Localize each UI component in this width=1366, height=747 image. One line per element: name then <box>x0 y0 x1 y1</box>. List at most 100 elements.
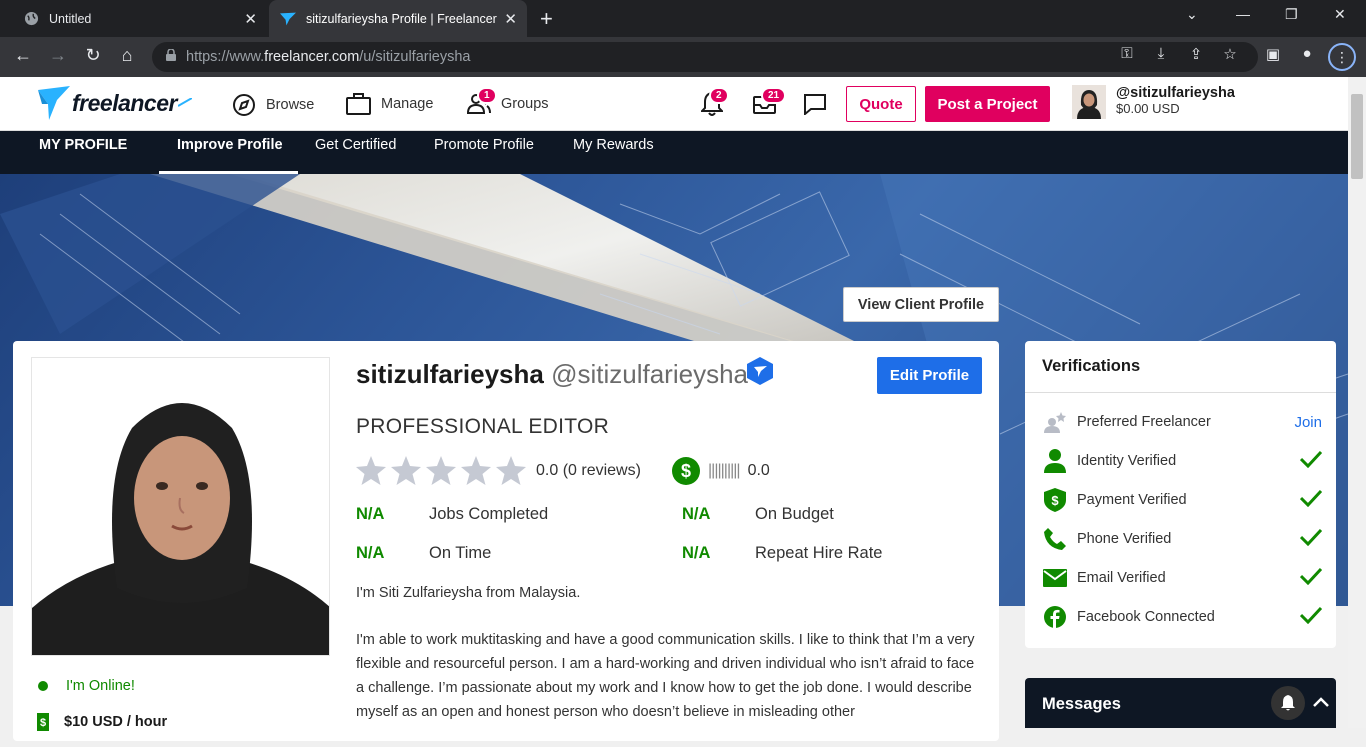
nav-manage[interactable]: Manage <box>346 93 433 115</box>
edit-profile-button[interactable]: Edit Profile <box>877 357 982 394</box>
logo-swoosh-icon <box>177 98 192 107</box>
home-icon[interactable]: ⌂ <box>115 45 139 66</box>
profile-bio: I'm Siti Zulfarieysha from Malaysia. I'm… <box>356 581 986 747</box>
messages-title: Messages <box>1042 695 1121 713</box>
verifications-card: Verifications Preferred Freelancer Join … <box>1025 341 1336 648</box>
browser-menu-icon[interactable]: ⋮ <box>1328 43 1356 71</box>
hourly-rate: $ $10 USD / hour <box>35 713 167 731</box>
groups-badge: 1 <box>477 87 497 104</box>
online-status-text: I'm Online! <box>66 678 135 694</box>
stat-repeat-hire-rate: N/A Repeat Hire Rate <box>682 544 882 563</box>
quote-button[interactable]: Quote <box>846 86 916 122</box>
person-icon <box>1042 449 1068 473</box>
messages-chat-icon[interactable] <box>803 93 827 120</box>
minimize-icon[interactable]: — <box>1236 6 1250 22</box>
share-icon[interactable]: ⇪ <box>1185 45 1207 67</box>
subnav-get-certified[interactable]: Get Certified <box>315 137 396 174</box>
checkmark-icon <box>1299 489 1323 511</box>
compass-icon <box>233 94 255 116</box>
stat-jobs-completed: N/A Jobs Completed <box>356 505 548 524</box>
stat-value: N/A <box>356 505 385 523</box>
close-tab-icon[interactable]: ✕ <box>504 10 517 28</box>
earnings-dollar-icon: $ <box>672 457 700 485</box>
email-icon <box>1042 569 1068 587</box>
inbox-badge: 21 <box>761 87 787 104</box>
view-client-profile-button[interactable]: View Client Profile <box>843 287 999 322</box>
join-link[interactable]: Join <box>1294 414 1322 431</box>
earnings-score: $ |||||||||| 0.0 <box>672 457 770 485</box>
back-icon[interactable]: ← <box>11 45 35 66</box>
tab-search-icon[interactable]: ⌄ <box>1186 6 1198 23</box>
browser-tab-freelancer[interactable]: sitizulfarieysha Profile | Freelancer ✕ <box>269 0 527 37</box>
bookmark-star-icon[interactable]: ☆ <box>1219 45 1241 67</box>
checkmark-icon <box>1299 606 1323 628</box>
forward-icon[interactable]: → <box>46 45 70 66</box>
phone-icon <box>1042 528 1068 550</box>
subnav-promote-profile[interactable]: Promote Profile <box>434 137 534 174</box>
profile-display-name: sitizulfarieysha <box>356 359 544 389</box>
payment-shield-icon: $ <box>1042 488 1068 512</box>
tab-title: Untitled <box>49 11 92 26</box>
install-icon[interactable]: ⤓ <box>1150 45 1172 67</box>
verification-label: Facebook Connected <box>1077 609 1215 625</box>
verification-identity: Identity Verified <box>1042 448 1323 474</box>
checkmark-icon <box>1299 450 1323 472</box>
browser-tab-strip: Untitled ✕ sitizulfarieysha Profile | Fr… <box>0 0 1366 37</box>
side-panel-icon[interactable]: ▣ <box>1262 45 1284 67</box>
nav-browse[interactable]: Browse <box>232 93 314 117</box>
tab-title: sitizulfarieysha Profile | Freelancer <box>306 11 497 26</box>
briefcase-icon <box>346 93 371 115</box>
url-host: freelancer.com <box>264 49 360 65</box>
nav-label: Manage <box>381 96 434 112</box>
checkmark-icon <box>1299 567 1323 589</box>
rating-stars: 0.0 (0 reviews) <box>356 455 641 487</box>
online-dot-icon <box>38 681 48 691</box>
url-path: /u/sitizulfarieysha <box>359 49 471 65</box>
stat-value: N/A <box>682 505 711 523</box>
subnav-my-rewards[interactable]: My Rewards <box>573 137 654 174</box>
reload-icon[interactable]: ↻ <box>81 45 105 66</box>
scrollbar-thumb[interactable] <box>1351 94 1363 179</box>
preferred-freelancer-icon <box>1042 411 1068 433</box>
verifications-title: Verifications <box>1042 357 1141 375</box>
browser-toolbar: ← → ↻ ⌂ https://www. freelancer.com/u/sit… <box>0 37 1366 77</box>
page-scrollbar[interactable] <box>1348 77 1366 728</box>
stat-on-time: N/A On Time <box>356 544 491 563</box>
new-tab-icon[interactable]: + <box>540 6 553 32</box>
globe-icon <box>23 11 39 27</box>
verification-label: Preferred Freelancer <box>1077 414 1211 430</box>
subnav-improve-profile[interactable]: Improve Profile <box>159 137 298 174</box>
nav-label: Browse <box>266 97 315 113</box>
verification-payment: $ Payment Verified <box>1042 487 1323 513</box>
key-icon[interactable]: ⚿ <box>1116 45 1138 67</box>
subnav-my-profile[interactable]: MY PROFILE <box>39 137 127 174</box>
stat-label: On Time <box>429 544 492 562</box>
profile-headline: PROFESSIONAL EDITOR <box>356 415 610 438</box>
nav-label: Groups <box>501 96 549 112</box>
earnings-bar: |||||||||| <box>708 462 741 479</box>
address-bar[interactable]: https://www. freelancer.com/u/sitizulfari… <box>152 42 1258 72</box>
checkmark-icon <box>1299 528 1323 550</box>
messages-notification-bell-icon[interactable] <box>1271 686 1305 720</box>
verified-badge-icon[interactable] <box>747 357 773 390</box>
profile-photo <box>31 357 330 656</box>
post-project-button[interactable]: Post a Project <box>925 86 1050 122</box>
rating-text: 0.0 (0 reviews) <box>536 462 641 479</box>
chevron-up-icon[interactable] <box>1313 691 1329 712</box>
user-handle: @sitizulfarieysha <box>1116 85 1235 101</box>
freelancer-logo[interactable]: freelancer <box>38 86 192 120</box>
verification-preferred-freelancer: Preferred Freelancer Join <box>1042 409 1322 435</box>
earnings-value: 0.0 <box>747 462 770 479</box>
browser-tab-untitled[interactable]: Untitled ✕ <box>12 0 267 37</box>
online-status: I'm Online! <box>38 678 135 694</box>
profile-icon[interactable]: ● <box>1296 45 1318 67</box>
svg-text:$: $ <box>1051 493 1059 508</box>
messages-panel[interactable]: Messages <box>1025 678 1336 728</box>
profile-card: I'm Online! $ $10 USD / hour sitizulfari… <box>13 341 999 741</box>
verification-facebook: Facebook Connected <box>1042 604 1323 630</box>
restore-icon[interactable]: ❐ <box>1285 6 1298 23</box>
close-window-icon[interactable]: ✕ <box>1334 6 1346 23</box>
close-tab-icon[interactable]: ✕ <box>244 10 257 28</box>
user-menu[interactable]: @sitizulfarieysha $0.00 USD <box>1072 85 1235 119</box>
svg-text:$: $ <box>681 461 691 481</box>
